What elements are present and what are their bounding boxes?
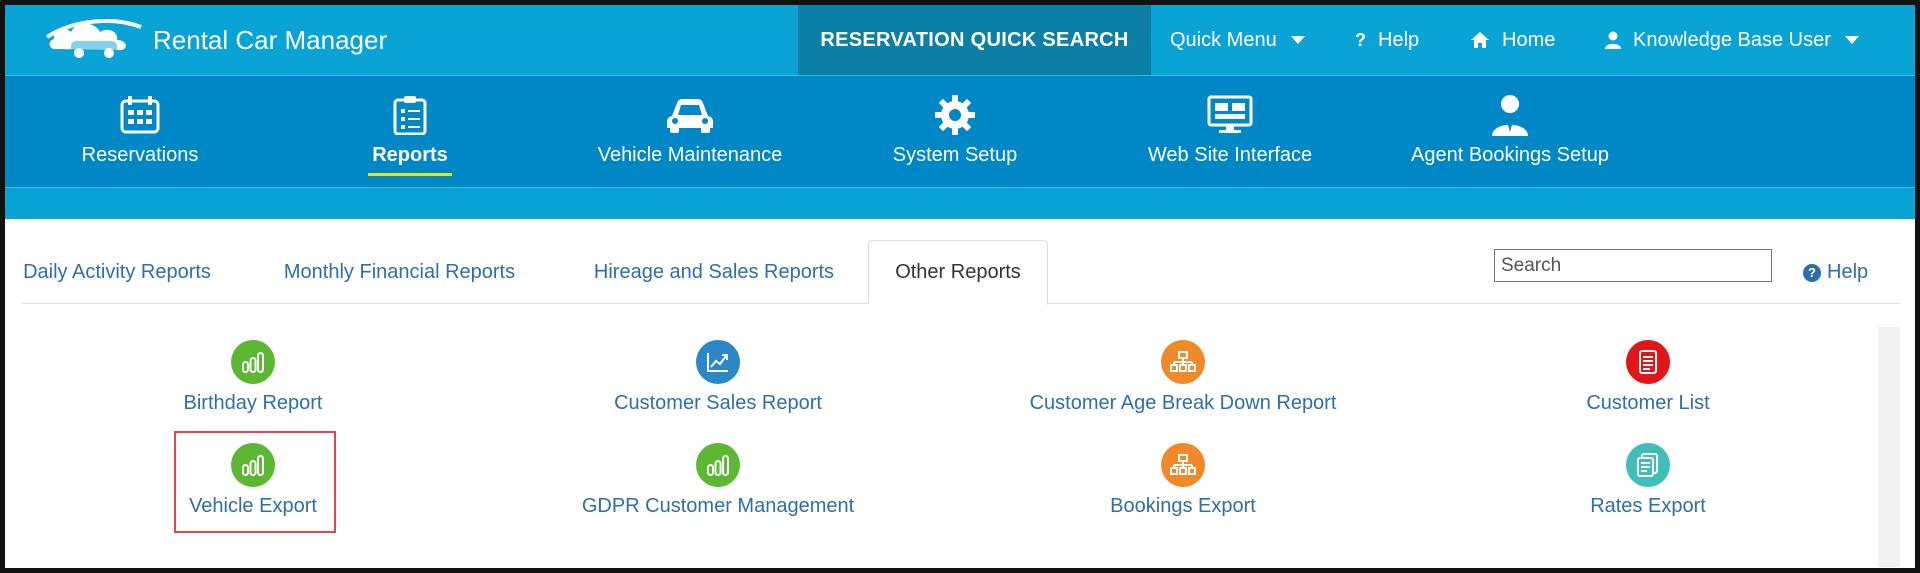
checklist-icon (393, 94, 427, 136)
top-bar: Rental Car Manager RESERVATION QUICK SEA… (5, 5, 1915, 75)
user-icon (1605, 31, 1621, 49)
bar-chart-icon (696, 443, 740, 487)
help-link-label: Help (1827, 261, 1869, 283)
user-menu-dropdown[interactable]: Knowledge Base User (1605, 5, 1859, 75)
chevron-down-icon (1290, 36, 1305, 44)
reservation-quick-search-button[interactable]: RESERVATION QUICK SEARCH (798, 5, 1151, 75)
hierarchy-icon (1161, 340, 1205, 384)
help-link[interactable]: ? Help (1803, 261, 1868, 284)
search-input[interactable] (1494, 249, 1772, 282)
logo-cloud-car-icon (45, 15, 143, 66)
report-label: Customer Sales Report (614, 392, 822, 414)
question-circle-icon: ? (1803, 263, 1821, 282)
nav-item-agent-bookings-setup[interactable]: Agent Bookings Setup (1385, 76, 1635, 189)
help-top-link[interactable]: ? Help (1355, 5, 1419, 75)
tab-daily-activity-reports[interactable]: Daily Activity Reports (22, 240, 212, 304)
sub-nav-strip (5, 188, 1915, 219)
user-name: Knowledge Base User (1633, 28, 1831, 51)
home-icon (1470, 31, 1490, 49)
report-birthday[interactable]: Birthday Report (33, 340, 473, 415)
app-title: Rental Car Manager (153, 24, 388, 55)
car-icon (666, 94, 714, 136)
calendar-icon (119, 94, 161, 136)
gear-icon (935, 94, 975, 136)
tab-other-reports[interactable]: Other Reports (868, 240, 1048, 305)
tab-hireage-and-sales-reports[interactable]: Hireage and Sales Reports (584, 240, 844, 304)
nav-item-web-site-interface[interactable]: Web Site Interface (1120, 76, 1340, 189)
nav-label: Vehicle Maintenance (597, 144, 783, 166)
quick-menu-label: Quick Menu (1170, 28, 1277, 51)
report-rates-export[interactable]: Rates Export (1428, 443, 1868, 518)
line-chart-icon (696, 340, 740, 384)
nav-item-reservations[interactable]: Reservations (55, 76, 225, 189)
main-nav: Reservations Reports Vehicle Maintenance… (5, 75, 1915, 188)
bar-chart-icon (231, 340, 275, 384)
document-icon (1626, 340, 1670, 384)
report-label: Birthday Report (183, 392, 323, 414)
report-customer-sales[interactable]: Customer Sales Report (498, 340, 938, 415)
nav-label: Reservations (81, 144, 199, 166)
nav-label: Agent Bookings Setup (1411, 144, 1609, 166)
report-label: Customer Age Break Down Report (1029, 392, 1337, 414)
monitor-icon (1207, 94, 1253, 136)
nav-label: Reports (372, 144, 448, 166)
tab-monthly-financial-reports[interactable]: Monthly Financial Reports (282, 240, 517, 304)
active-nav-underline (368, 173, 452, 176)
question-icon: ? (1355, 29, 1366, 50)
nav-label: System Setup (892, 144, 1018, 166)
report-bookings-export[interactable]: Bookings Export (963, 443, 1403, 518)
scrollbar[interactable] (1878, 327, 1900, 567)
brand[interactable]: Rental Car Manager (45, 17, 387, 63)
report-customer-list[interactable]: Customer List (1428, 340, 1868, 415)
report-label: Bookings Export (1110, 495, 1256, 517)
report-customer-age-break-down[interactable]: Customer Age Break Down Report (963, 340, 1403, 415)
report-gdpr-customer-management[interactable]: GDPR Customer Management (498, 443, 938, 518)
report-label: GDPR Customer Management (581, 495, 855, 517)
chevron-down-icon (1844, 36, 1859, 44)
agent-icon (1490, 94, 1530, 136)
vehicle-export-highlight-box (174, 431, 336, 533)
help-label: Help (1378, 28, 1420, 51)
report-label: Customer List (1586, 392, 1710, 414)
nav-item-system-setup[interactable]: System Setup (855, 76, 1055, 189)
nav-label: Web Site Interface (1147, 144, 1313, 166)
hierarchy-icon (1161, 443, 1205, 487)
quick-menu-dropdown[interactable]: Quick Menu (1170, 5, 1305, 75)
documents-icon (1626, 443, 1670, 487)
report-label: Rates Export (1590, 495, 1706, 517)
home-link[interactable]: Home (1470, 5, 1555, 75)
nav-item-vehicle-maintenance[interactable]: Vehicle Maintenance (580, 76, 800, 189)
home-label: Home (1502, 28, 1556, 51)
